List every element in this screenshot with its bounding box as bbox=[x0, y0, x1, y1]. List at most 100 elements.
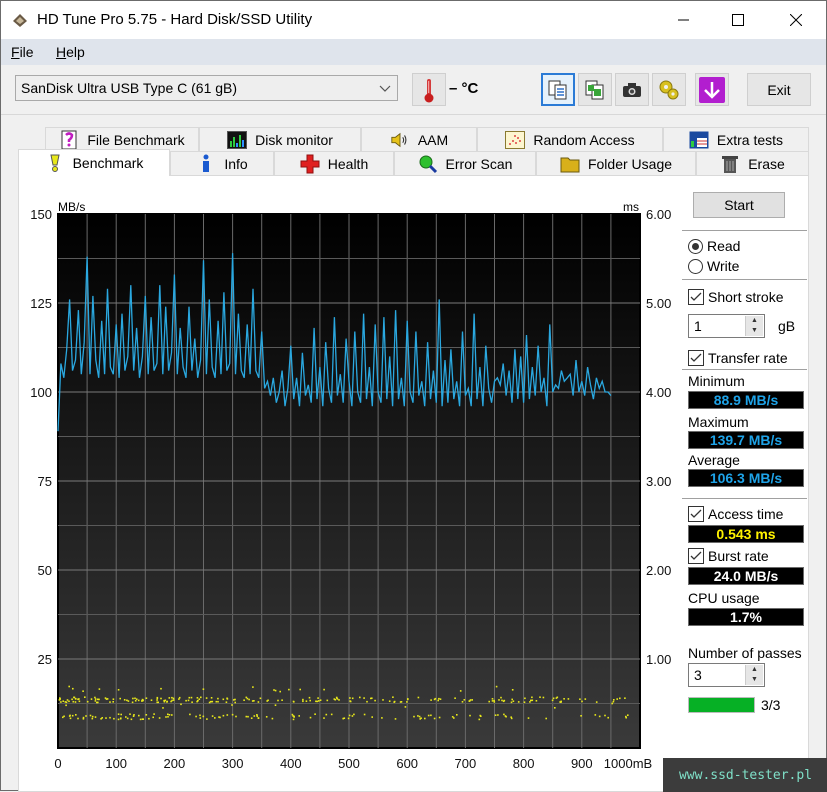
access-time-point bbox=[531, 699, 534, 702]
access-time-point bbox=[69, 717, 72, 720]
access-time-point bbox=[60, 701, 62, 703]
access-time-point bbox=[199, 717, 202, 719]
access-time-point bbox=[171, 714, 173, 716]
access-time-point bbox=[199, 714, 201, 717]
exit-button[interactable]: Exit bbox=[747, 73, 811, 106]
access-time-point bbox=[495, 685, 498, 688]
access-time-point bbox=[106, 698, 109, 700]
y-tick-label: 100 bbox=[30, 385, 52, 400]
access-time-point bbox=[158, 717, 161, 719]
passes-input[interactable]: 3 ▲ ▼ bbox=[688, 663, 765, 687]
access-time-point bbox=[68, 685, 70, 688]
spinner-arrows-icon[interactable]: ▲ ▼ bbox=[745, 316, 763, 336]
access-time-point bbox=[273, 689, 275, 691]
access-time-point bbox=[72, 700, 75, 703]
access-time-point bbox=[206, 718, 208, 720]
access-time-point bbox=[139, 718, 142, 721]
access-time-point bbox=[500, 696, 502, 699]
access-time-point bbox=[75, 698, 77, 700]
access-time-point bbox=[461, 701, 464, 703]
write-radio[interactable]: Write bbox=[688, 258, 739, 274]
access-time-point bbox=[420, 717, 422, 719]
divider bbox=[682, 230, 807, 231]
access-time-point bbox=[191, 701, 193, 703]
access-time-point bbox=[85, 715, 87, 717]
access-time-point bbox=[132, 697, 134, 700]
maximum-label: Maximum bbox=[688, 414, 749, 430]
access-time-point bbox=[624, 697, 626, 699]
access-time-point bbox=[117, 718, 120, 721]
access-time-point bbox=[551, 699, 554, 702]
access-time-point bbox=[187, 699, 190, 702]
access-time-point bbox=[363, 713, 366, 716]
close-button[interactable] bbox=[773, 1, 819, 39]
access-time-point bbox=[437, 699, 439, 702]
access-time-point bbox=[277, 699, 279, 702]
access-time-point bbox=[539, 696, 541, 698]
access-time-point bbox=[406, 701, 408, 703]
access-time-point bbox=[404, 706, 407, 708]
short-stroke-checkbox[interactable]: Short stroke bbox=[688, 289, 783, 305]
read-radio[interactable]: Read bbox=[688, 238, 740, 254]
access-time-point bbox=[91, 717, 94, 720]
access-time-point bbox=[413, 715, 415, 718]
access-time-point bbox=[293, 715, 295, 718]
access-time-point bbox=[71, 714, 74, 717]
access-time-point bbox=[129, 713, 131, 715]
access-time-point bbox=[555, 697, 558, 699]
access-time-point bbox=[125, 716, 127, 718]
access-time-point bbox=[298, 715, 300, 717]
access-time-point bbox=[109, 716, 111, 719]
access-time-value: 0.543 ms bbox=[688, 525, 804, 543]
access-time-point bbox=[94, 700, 97, 702]
access-time-point bbox=[366, 700, 368, 703]
access-time-checkbox[interactable]: Access time bbox=[688, 506, 783, 522]
access-time-point bbox=[363, 697, 365, 699]
access-time-point bbox=[292, 718, 295, 721]
access-time-point bbox=[256, 715, 258, 717]
access-time-point bbox=[494, 714, 497, 716]
access-time-point bbox=[127, 700, 130, 702]
access-time-point bbox=[130, 718, 133, 721]
y-axis-left: 25 50 75 100 125 150 bbox=[30, 207, 52, 667]
access-time-point bbox=[471, 699, 473, 701]
access-time-point bbox=[349, 700, 351, 702]
access-time-point bbox=[234, 701, 236, 704]
maximize-button[interactable] bbox=[715, 1, 761, 39]
access-time-point bbox=[503, 713, 505, 716]
spinner-arrows-icon[interactable]: ▲ ▼ bbox=[745, 665, 763, 685]
access-time-point bbox=[248, 698, 250, 701]
maximum-value: 139.7 MB/s bbox=[688, 431, 804, 449]
access-time-point bbox=[612, 700, 615, 703]
access-time-point bbox=[417, 696, 420, 699]
access-time-point bbox=[145, 697, 148, 699]
access-time-point bbox=[604, 714, 606, 717]
short-stroke-size-input[interactable]: 1 ▲ ▼ bbox=[688, 314, 765, 338]
access-time-point bbox=[338, 699, 340, 701]
access-time-point bbox=[202, 715, 205, 718]
access-time-point bbox=[200, 696, 202, 699]
tab-benchmark[interactable]: Benchmark bbox=[18, 149, 170, 176]
access-time-point bbox=[274, 689, 277, 692]
cpu-usage-value: 1.7% bbox=[688, 608, 804, 626]
access-time-point bbox=[231, 713, 234, 716]
checkmark-icon bbox=[688, 289, 704, 305]
x-tick-label: 900 bbox=[571, 756, 593, 771]
y2-tick-label: 4.00 bbox=[646, 385, 671, 400]
access-time-point bbox=[205, 697, 208, 699]
access-time-point bbox=[210, 697, 213, 699]
close-icon bbox=[790, 14, 802, 26]
tab-extra-tests[interactable]: Extra tests bbox=[663, 127, 809, 151]
access-time-point bbox=[317, 697, 319, 699]
save-button[interactable] bbox=[695, 73, 729, 106]
average-value: 106.3 MB/s bbox=[688, 469, 804, 487]
access-time-point bbox=[510, 701, 513, 704]
access-time-point bbox=[493, 699, 495, 702]
transfer-rate-checkbox[interactable]: Transfer rate bbox=[688, 350, 788, 366]
start-button[interactable]: Start bbox=[693, 192, 785, 218]
burst-rate-checkbox[interactable]: Burst rate bbox=[688, 548, 769, 564]
tab-erase[interactable]: Erase bbox=[696, 151, 809, 175]
access-time-point bbox=[598, 715, 601, 718]
access-time-point bbox=[424, 717, 426, 720]
access-time-point bbox=[138, 714, 140, 717]
